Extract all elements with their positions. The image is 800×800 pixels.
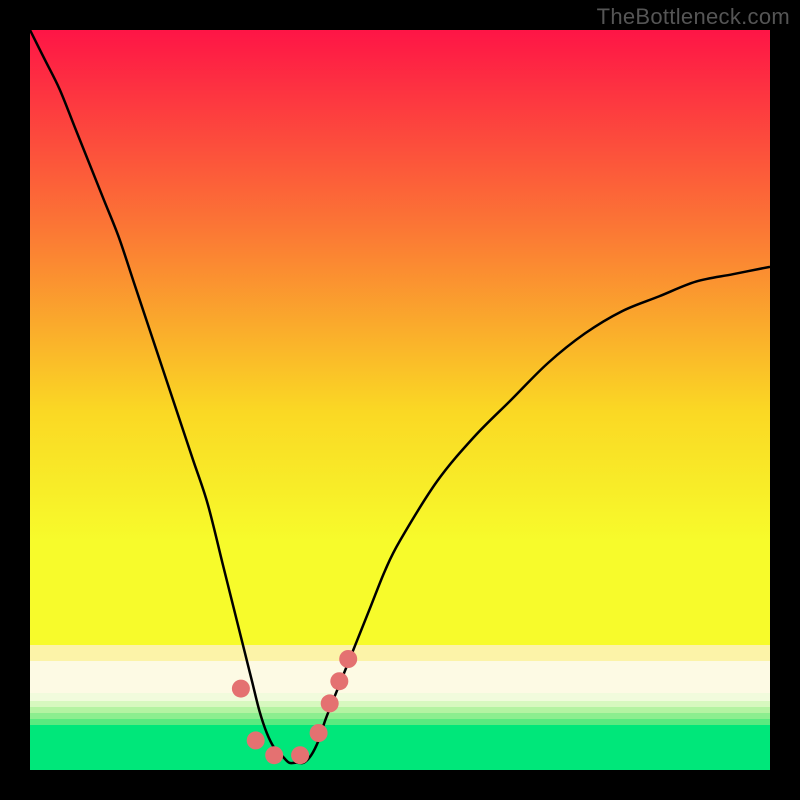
bottom-bands bbox=[30, 645, 770, 770]
curve-marker-dot bbox=[291, 746, 309, 764]
curve-marker-dot bbox=[339, 650, 357, 668]
curve-marker-dot bbox=[265, 746, 283, 764]
curve-marker-dot bbox=[232, 680, 250, 698]
plot-area bbox=[30, 30, 770, 770]
curve-marker-dot bbox=[321, 694, 339, 712]
curve-marker-dot bbox=[310, 724, 328, 742]
gradient-background bbox=[30, 30, 770, 645]
curve-marker-dot bbox=[330, 672, 348, 690]
chart-container: TheBottleneck.com bbox=[0, 0, 800, 800]
chart-svg bbox=[30, 30, 770, 770]
curve-marker-dot bbox=[247, 731, 265, 749]
watermark-label: TheBottleneck.com bbox=[597, 4, 790, 30]
